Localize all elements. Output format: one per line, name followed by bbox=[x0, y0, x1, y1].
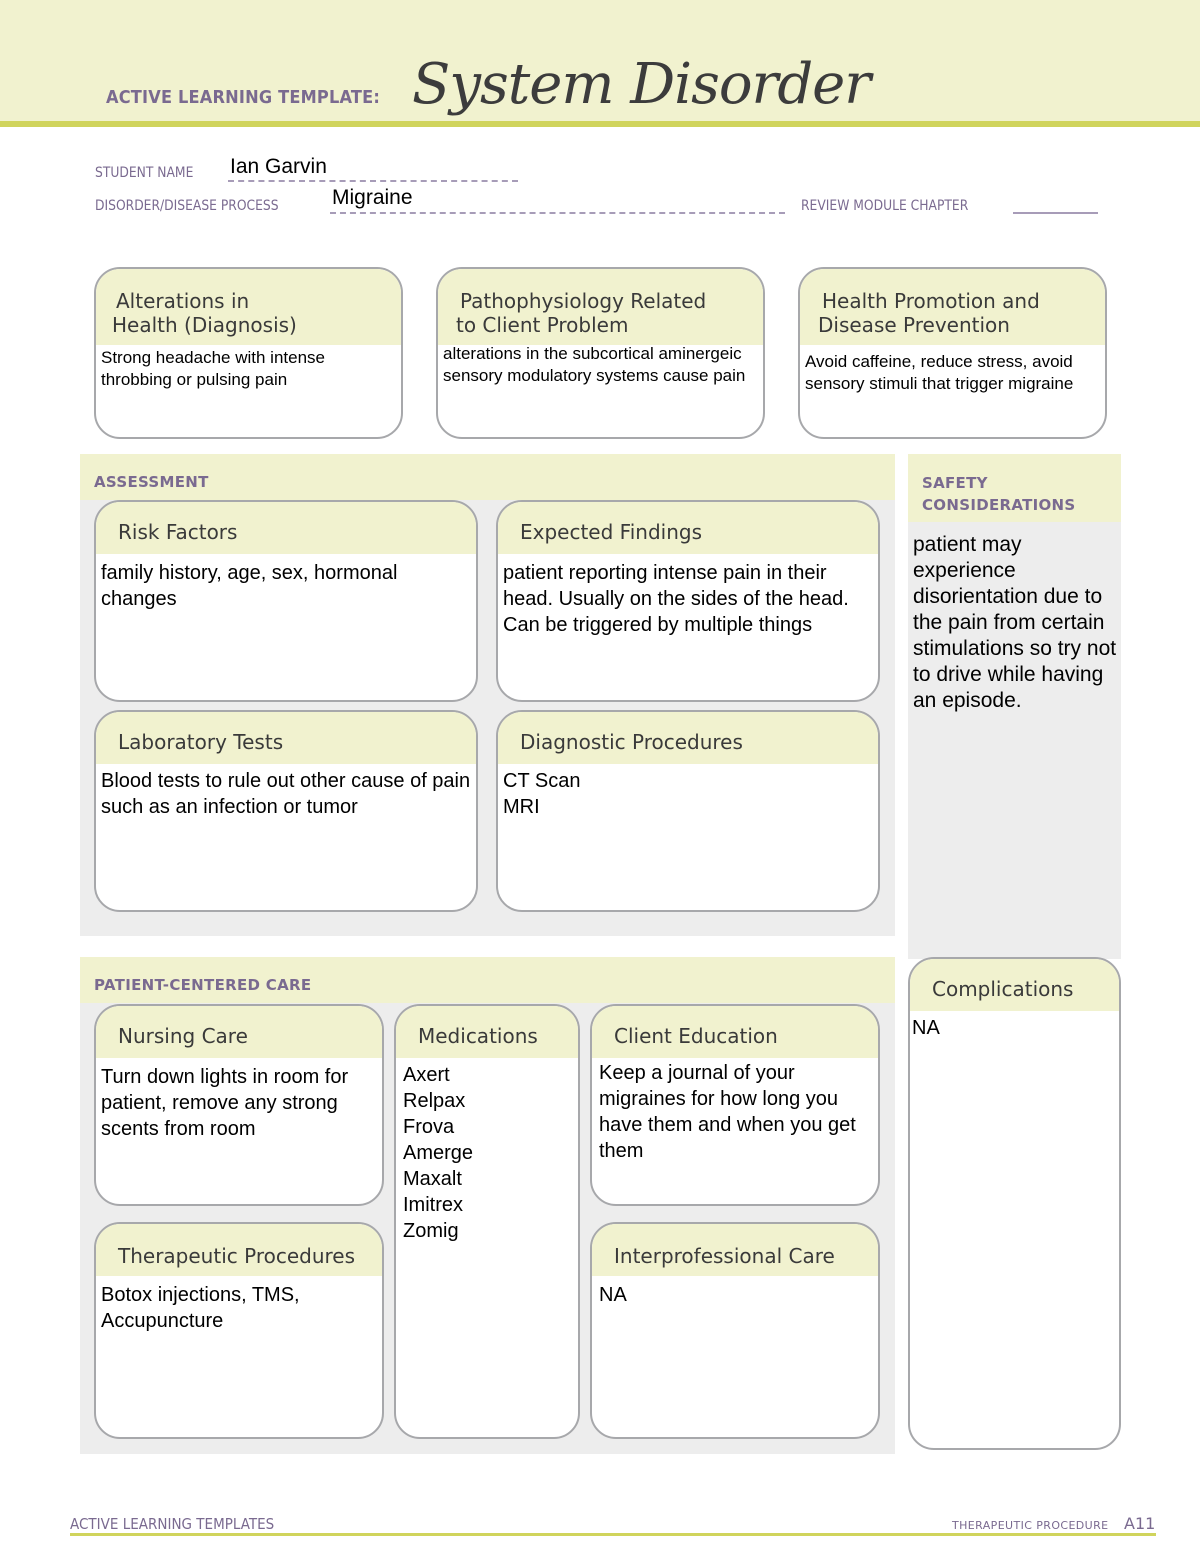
medications-content[interactable]: Axert Relpax Frova Amerge Maxalt Imitrex… bbox=[396, 1058, 578, 1246]
diagnostic-procedures-header: Diagnostic Procedures bbox=[498, 712, 878, 764]
alterations-in-health-box: Alterations in Health (Diagnosis) Strong… bbox=[94, 267, 403, 439]
expected-findings-header: Expected Findings bbox=[498, 502, 878, 554]
pathophysiology-title-line2: to Client Problem bbox=[456, 313, 629, 337]
alterations-content[interactable]: Strong headache with intense throbbing o… bbox=[96, 345, 401, 393]
medication-item: Axert bbox=[403, 1064, 450, 1086]
nursing-care-content[interactable]: Turn down lights in room for patient, re… bbox=[96, 1058, 382, 1144]
template-label: ACTIVE LEARNING TEMPLATE: bbox=[106, 87, 381, 108]
health-promotion-content[interactable]: Avoid caffeine, reduce stress, avoid sen… bbox=[800, 345, 1105, 397]
expected-findings-content[interactable]: patient reporting intense pain in their … bbox=[498, 554, 878, 640]
interprofessional-care-content[interactable]: NA bbox=[592, 1276, 878, 1310]
client-education-header: Client Education bbox=[592, 1006, 878, 1058]
alterations-title-line1: Alterations in bbox=[116, 289, 250, 313]
medication-item: Zomig bbox=[403, 1220, 459, 1242]
complications-content[interactable]: NA bbox=[910, 1011, 1119, 1043]
interprofessional-care-box: Interprofessional Care NA bbox=[590, 1222, 880, 1439]
laboratory-tests-box: Laboratory Tests Blood tests to rule out… bbox=[94, 710, 478, 912]
health-promotion-title-line2: Disease Prevention bbox=[818, 313, 1010, 337]
risk-factors-header: Risk Factors bbox=[96, 502, 476, 554]
diagnostic-procedure-item: CT Scan bbox=[503, 770, 581, 792]
pathophysiology-box: Pathophysiology Related to Client Proble… bbox=[436, 267, 765, 439]
disorder-field[interactable]: Migraine bbox=[332, 186, 413, 210]
health-promotion-header: Health Promotion and Disease Prevention bbox=[800, 269, 1105, 345]
medication-item: Amerge bbox=[403, 1142, 474, 1164]
student-name-label: STUDENT NAME bbox=[95, 165, 194, 181]
safety-label: SAFETY CONSIDERATIONS bbox=[908, 454, 1121, 522]
medication-item: Relpax bbox=[403, 1090, 466, 1112]
interprofessional-care-header: Interprofessional Care bbox=[592, 1224, 878, 1276]
client-education-content[interactable]: Keep a journal of your migraines for how… bbox=[592, 1058, 878, 1166]
pathophysiology-content[interactable]: alterations in the subcortical aminergei… bbox=[438, 341, 763, 389]
disorder-underline bbox=[330, 212, 785, 214]
complications-header: Complications bbox=[910, 959, 1119, 1011]
alterations-title-line2: Health (Diagnosis) bbox=[112, 313, 297, 337]
assessment-label: ASSESSMENT bbox=[80, 454, 895, 500]
expected-findings-box: Expected Findings patient reporting inte… bbox=[496, 500, 880, 702]
page-number: A11 bbox=[1124, 1514, 1156, 1533]
diagnostic-procedures-content[interactable]: CT Scan MRI bbox=[498, 764, 878, 822]
client-education-box: Client Education Keep a journal of your … bbox=[590, 1004, 880, 1206]
safety-label-line1: SAFETY bbox=[922, 474, 988, 492]
student-name-underline bbox=[228, 180, 518, 182]
laboratory-tests-header: Laboratory Tests bbox=[96, 712, 476, 764]
diagnostic-procedure-item: MRI bbox=[503, 796, 540, 818]
footer-section-label: THERAPEUTIC PROCEDURE bbox=[952, 1519, 1109, 1532]
review-module-label: REVIEW MODULE CHAPTER bbox=[801, 198, 969, 214]
medication-item: Maxalt bbox=[403, 1168, 462, 1190]
footer-rule bbox=[70, 1533, 1156, 1536]
laboratory-tests-content[interactable]: Blood tests to rule out other cause of p… bbox=[96, 764, 476, 822]
health-promotion-title-line1: Health Promotion and bbox=[822, 289, 1040, 313]
nursing-care-box: Nursing Care Turn down lights in room fo… bbox=[94, 1004, 384, 1206]
health-promotion-box: Health Promotion and Disease Prevention … bbox=[798, 267, 1107, 439]
safety-label-line2: CONSIDERATIONS bbox=[922, 496, 1076, 514]
patient-centered-care-label: PATIENT-CENTERED CARE bbox=[80, 957, 895, 1003]
diagnostic-procedures-box: Diagnostic Procedures CT Scan MRI bbox=[496, 710, 880, 912]
safety-content[interactable]: patient may experience disorientation du… bbox=[913, 532, 1118, 714]
complications-box: Complications NA bbox=[908, 957, 1121, 1450]
safety-section: SAFETY CONSIDERATIONS patient may experi… bbox=[908, 454, 1121, 959]
disorder-label: DISORDER/DISEASE PROCESS bbox=[95, 198, 279, 214]
risk-factors-content[interactable]: family history, age, sex, hormonal chang… bbox=[96, 554, 476, 614]
nursing-care-header: Nursing Care bbox=[96, 1006, 382, 1058]
pathophysiology-title-line1: Pathophysiology Related bbox=[460, 289, 707, 313]
header-rule bbox=[0, 121, 1200, 127]
page-title: System Disorder bbox=[412, 52, 871, 117]
therapeutic-procedures-box: Therapeutic Procedures Botox injections,… bbox=[94, 1222, 384, 1439]
medication-item: Frova bbox=[403, 1116, 455, 1138]
footer-title: ACTIVE LEARNING TEMPLATES bbox=[70, 1515, 275, 1533]
medication-item: Imitrex bbox=[403, 1194, 463, 1216]
medications-box: Medications Axert Relpax Frova Amerge Ma… bbox=[394, 1004, 580, 1439]
therapeutic-procedures-header: Therapeutic Procedures bbox=[96, 1224, 382, 1276]
medications-header: Medications bbox=[396, 1006, 578, 1058]
review-module-underline bbox=[1013, 212, 1098, 214]
alterations-in-health-header: Alterations in Health (Diagnosis) bbox=[96, 269, 401, 345]
pathophysiology-header: Pathophysiology Related to Client Proble… bbox=[438, 269, 763, 345]
risk-factors-box: Risk Factors family history, age, sex, h… bbox=[94, 500, 478, 702]
student-name-field[interactable]: Ian Garvin bbox=[230, 155, 327, 179]
therapeutic-procedures-content[interactable]: Botox injections, TMS, Accupuncture bbox=[96, 1276, 382, 1336]
